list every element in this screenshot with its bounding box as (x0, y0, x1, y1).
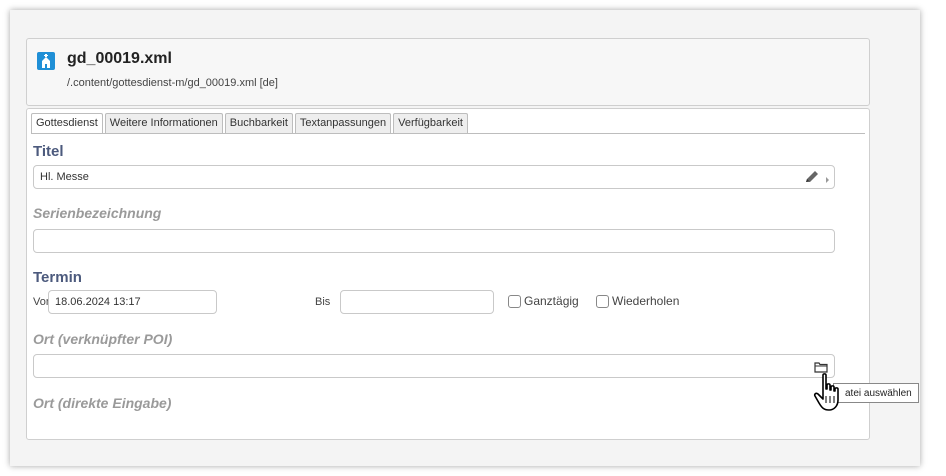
von-value: 18.06.2024 13:17 (55, 296, 141, 308)
tab-textanpassungen[interactable]: Textanpassungen (294, 113, 392, 133)
tab-weitere-informationen[interactable]: Weitere Informationen (104, 113, 223, 133)
bis-input[interactable] (340, 290, 494, 314)
editor-window: gd_00019.xml /.content/gottesdienst-m/gd… (10, 10, 920, 466)
pencil-icon[interactable] (804, 170, 820, 189)
resource-path: /.content/gottesdienst-m/gd_00019.xml [d… (67, 77, 278, 89)
resource-header: gd_00019.xml /.content/gottesdienst-m/gd… (26, 38, 870, 106)
form-panel: Gottesdienst Weitere Informationen Buchb… (26, 108, 870, 440)
termin-label: Termin (33, 269, 82, 286)
von-input[interactable]: 18.06.2024 13:17 (48, 290, 217, 314)
ort-poi-label: Ort (verknüpfter POI) (33, 331, 173, 347)
serienbezeichnung-input[interactable] (33, 229, 835, 253)
tab-bar: Gottesdienst Weitere Informationen Buchb… (31, 113, 470, 133)
resource-title: gd_00019.xml (67, 50, 172, 67)
ort-direkt-label: Ort (direkte Eingabe) (33, 395, 172, 411)
tab-gottesdienst[interactable]: Gottesdienst (31, 113, 103, 133)
bis-label: Bis (315, 296, 331, 308)
titel-input[interactable]: Hl. Messe (33, 165, 835, 189)
ort-poi-input[interactable] (33, 354, 835, 378)
chevron-right-icon[interactable] (825, 172, 831, 190)
titel-label: Titel (33, 143, 64, 160)
ganztaegig-checkbox[interactable] (508, 295, 521, 308)
wiederholen-label: Wiederholen (612, 294, 680, 308)
tab-divider (31, 133, 865, 134)
tab-verfuegbarkeit[interactable]: Verfügbarkeit (393, 113, 468, 133)
hand-pointer-icon (812, 372, 846, 419)
wiederholen-checkbox[interactable] (596, 295, 609, 308)
tab-buchbarkeit[interactable]: Buchbarkeit (224, 113, 293, 133)
serienbezeichnung-label: Serienbezeichnung (33, 205, 162, 221)
ganztaegig-label: Ganztägig (524, 294, 579, 308)
titel-value: Hl. Messe (40, 171, 89, 183)
building-icon (37, 52, 55, 70)
